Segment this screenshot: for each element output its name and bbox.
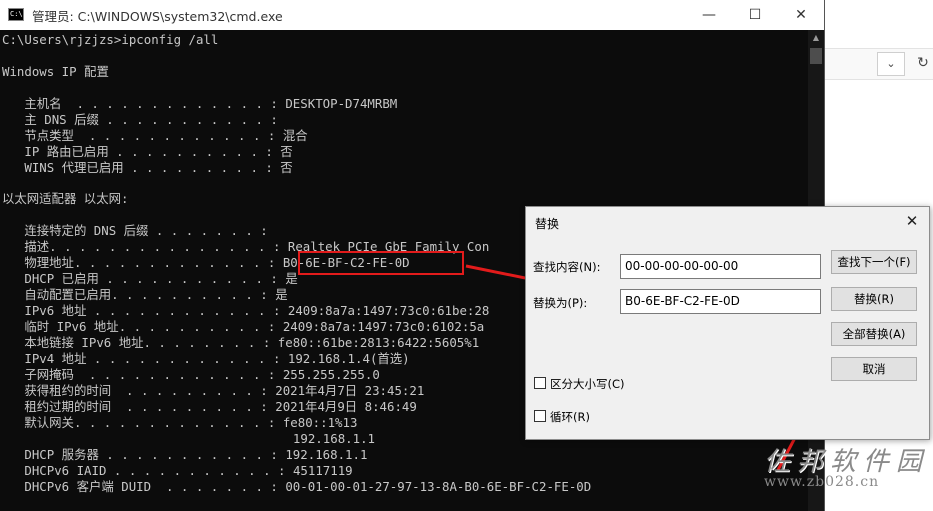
dialog-title: 替换	[535, 217, 560, 231]
match-case-label: 区分大小写(C)	[550, 377, 625, 391]
find-next-button[interactable]: 查找下一个(F)	[831, 250, 917, 274]
find-input[interactable]: 00-00-00-00-00-00	[620, 254, 821, 279]
wrap-label: 循环(R)	[550, 410, 590, 424]
match-case-checkbox[interactable]	[534, 377, 546, 389]
wrap-checkbox[interactable]	[534, 410, 546, 422]
replace-all-button[interactable]: 全部替换(A)	[831, 322, 917, 346]
watermark-logo: 佐邦软件园 www.zb028.cn	[764, 441, 929, 490]
replace-button[interactable]: 替换(R)	[831, 287, 917, 311]
watermark-title: 佐邦软件园	[764, 447, 930, 477]
replace-dialog: 替换 ✕ 查找内容(N): 00-00-00-00-00-00 替换为(P): …	[525, 206, 930, 440]
replace-label: 替换为(P):	[533, 296, 588, 310]
dialog-close-icon[interactable]: ✕	[901, 211, 923, 231]
replace-input[interactable]: B0-6E-BF-C2-FE-0D	[620, 289, 821, 314]
cancel-button[interactable]: 取消	[831, 357, 917, 381]
find-label: 查找内容(N):	[533, 260, 601, 274]
